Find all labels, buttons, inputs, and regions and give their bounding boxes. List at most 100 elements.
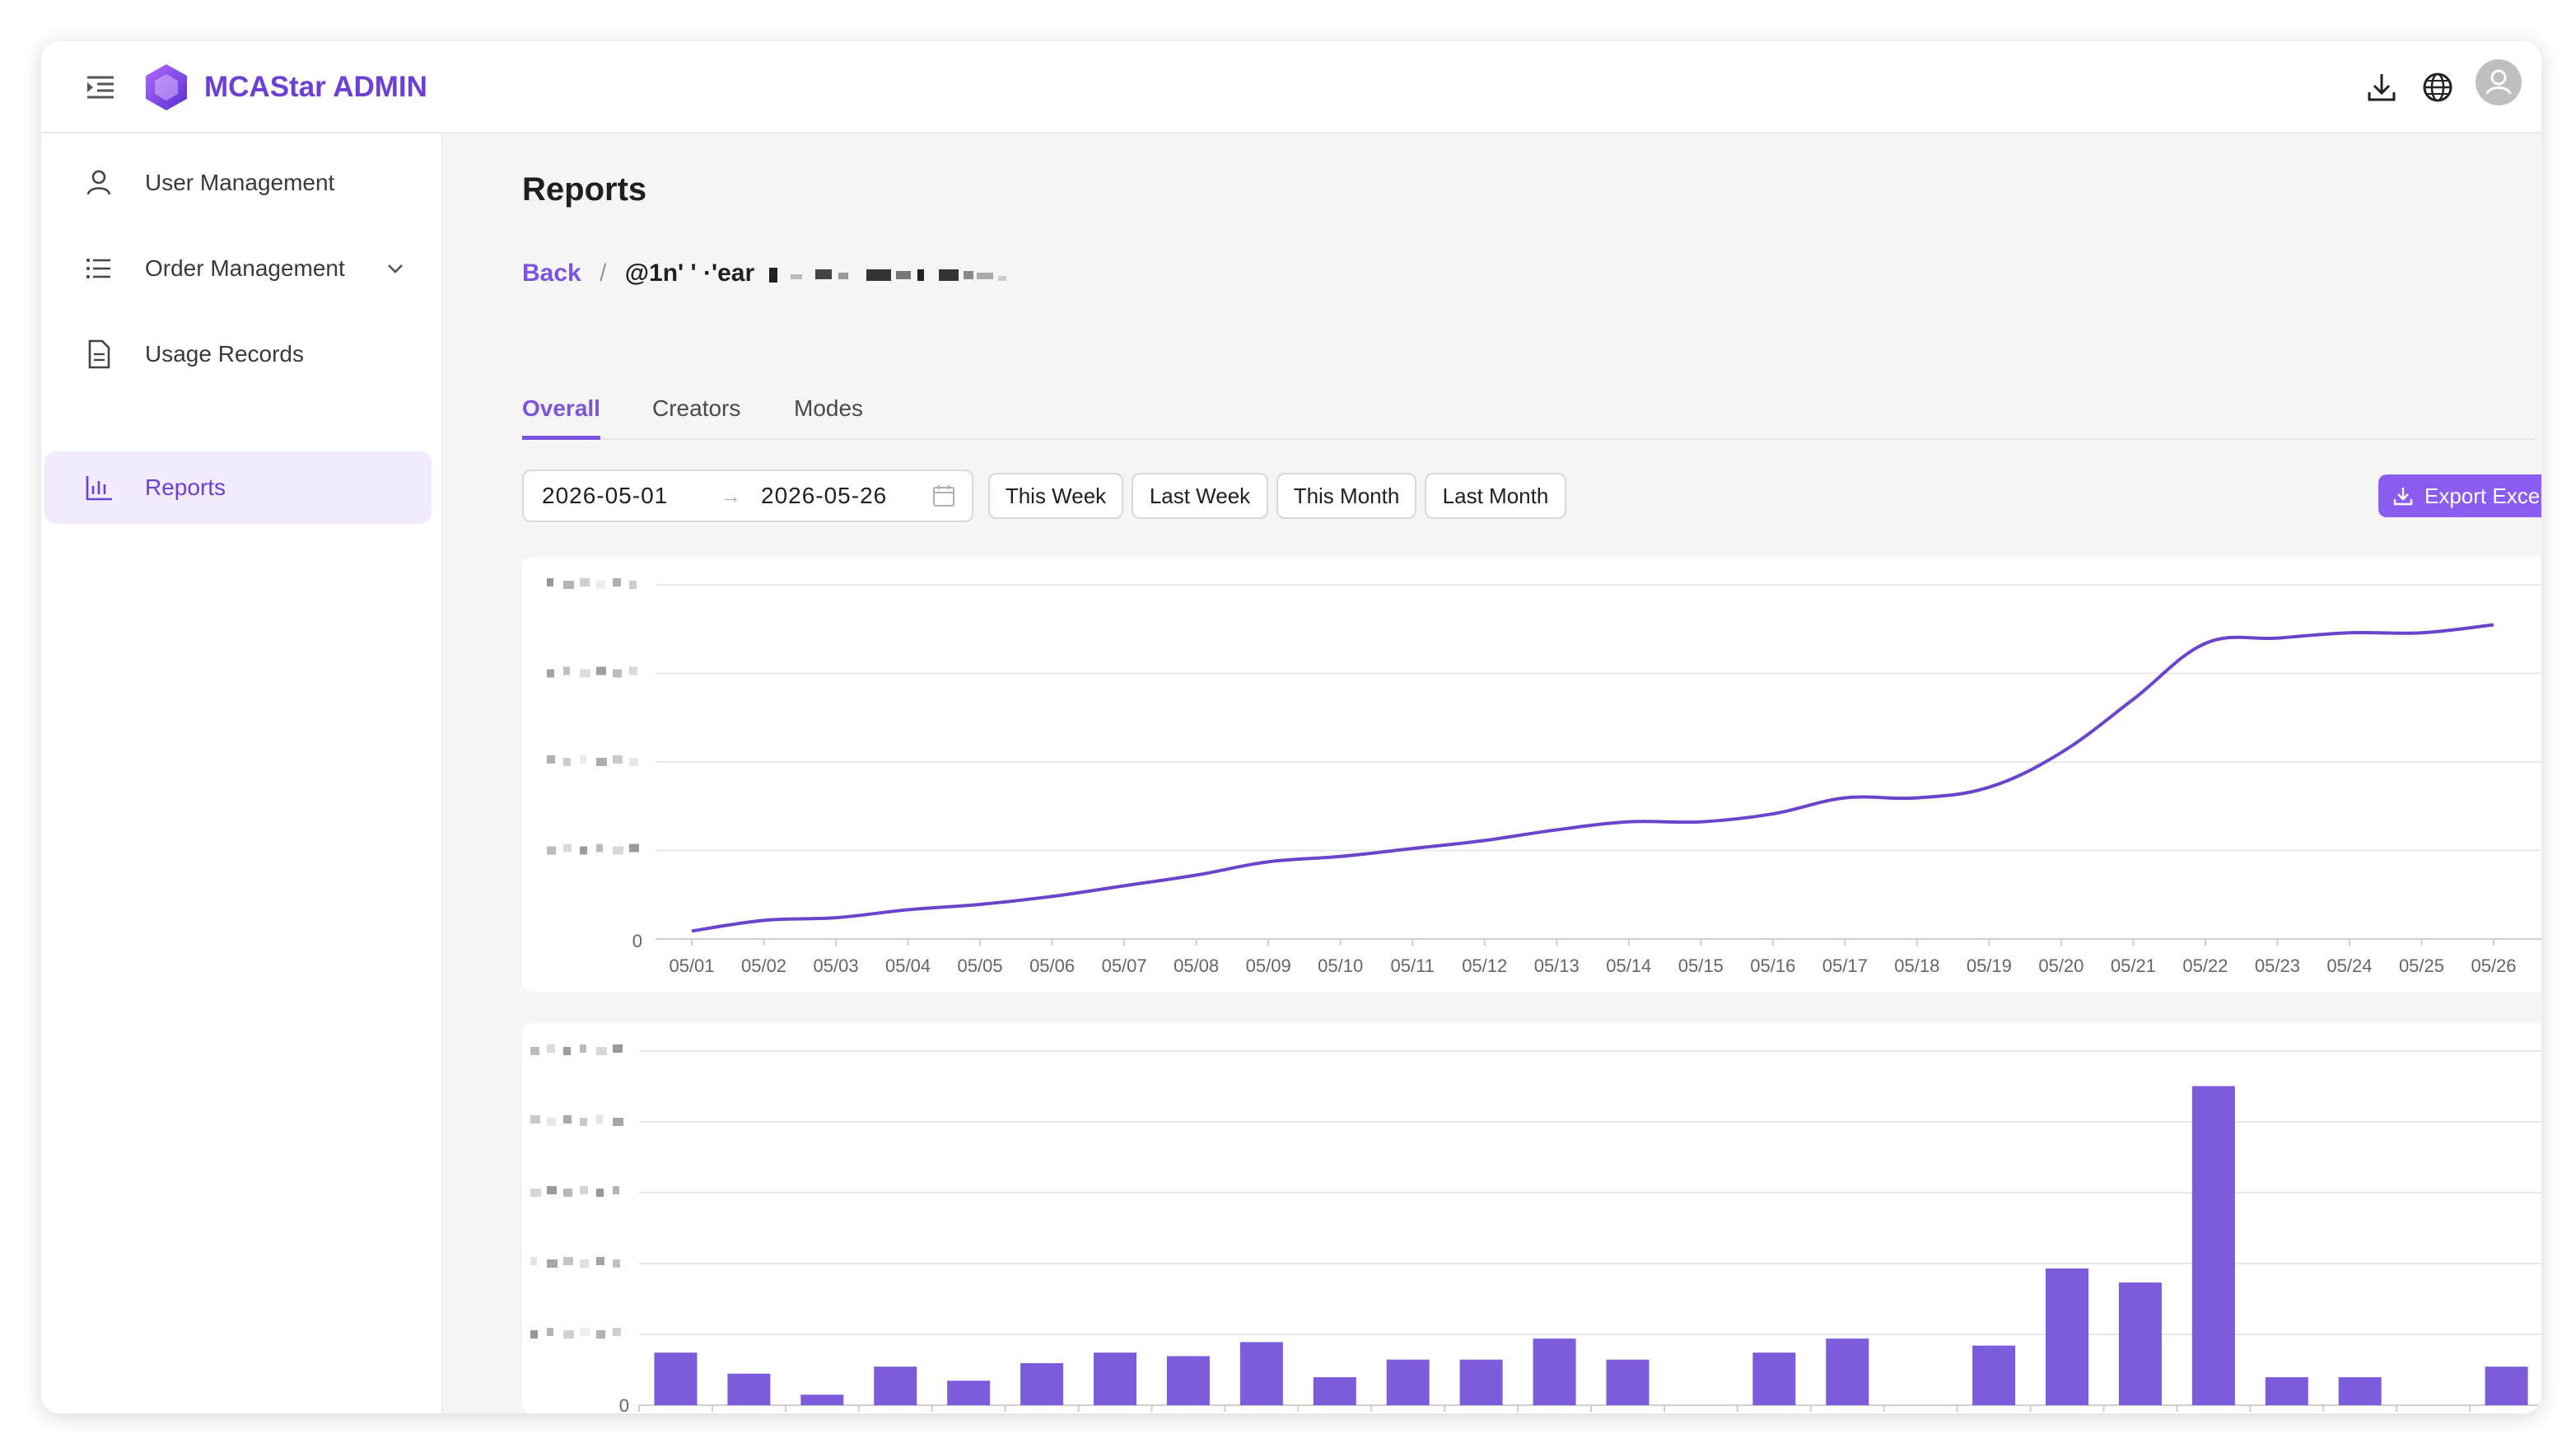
user-icon [86,170,111,195]
report-tabs: Overall Creators Modes [522,390,2535,440]
daily-bar-chart: 005/0105/0205/0305/0405/0505/0605/0705/0… [530,1044,2541,1413]
main-content: Reports Back / @1n' ' ·'ear Overall Crea [443,133,2541,1413]
x-tick-label: 05/20 [2038,955,2084,976]
bar[interactable] [1752,1353,1796,1405]
bar[interactable] [2118,1282,2162,1405]
bar[interactable] [654,1353,698,1405]
sidebar-item-usage-records[interactable]: Usage Records [44,318,432,390]
line-chart-card: 0 05/01 05/02 05/03 05/04 05/05 05/06 05/07 05/0… [522,557,2541,992]
sidebar-item-user-management[interactable]: User Management [44,147,432,219]
bar[interactable] [1094,1353,1136,1405]
bar-chart-card: 005/0105/0205/0305/0405/0505/0605/0705/0… [522,1023,2541,1413]
tab-creators[interactable]: Creators [652,390,740,440]
bar[interactable] [874,1367,917,1405]
download-icon [2393,488,2413,506]
this-month-button[interactable]: This Month [1276,473,1416,519]
x-tick-label: 05/08 [1174,955,1219,976]
redacted-tick-label [530,1186,619,1197]
bar[interactable] [1972,1345,2016,1405]
bar[interactable] [1606,1359,1650,1405]
bar[interactable] [1313,1376,1356,1405]
bar[interactable] [947,1381,991,1405]
x-tick-label: 05/03 [814,955,859,976]
x-tick-label: 05/05 [958,955,1003,976]
bar[interactable] [2338,1376,2382,1405]
x-tick-label: 05/18 [1894,955,1939,976]
bar[interactable] [1826,1339,1869,1405]
sidebar-item-label: User Management [145,170,335,195]
x-tick-label: 05/17 [1822,955,1868,976]
sidebar: User Management Order Management Usage R… [41,133,443,1413]
export-excel-button[interactable]: Export Excel [2378,474,2541,517]
tab-overall[interactable]: Overall [522,390,600,440]
chevron-down-icon[interactable] [384,257,407,280]
x-tick-label: 05/07 [1102,955,1147,976]
globe-icon[interactable] [2416,66,2459,109]
x-tick-label: 05/25 [2399,955,2444,976]
redacted-tick-label [530,1257,620,1268]
back-link[interactable]: Back [522,259,581,287]
bar[interactable] [1533,1339,1576,1405]
date-range-picker[interactable]: 2026-05-01 → 2026-05-26 [522,470,973,522]
x-tick-label: 05/13 [1534,955,1580,976]
tab-modes[interactable]: Modes [794,390,863,440]
date-range-arrow: → [720,484,741,508]
bar[interactable] [1459,1359,1503,1405]
bar[interactable] [1166,1356,1210,1405]
bar[interactable] [1020,1362,1064,1405]
x-tick-label: 05/21 [2111,955,2156,976]
x-tick-label: 05/02 [741,955,786,976]
cumulative-line-chart: 0 05/01 05/02 05/03 05/04 05/05 05/06 05/07 05/0… [547,578,2541,976]
sidebar-item-label: Usage Records [145,341,304,367]
bar[interactable] [2191,1086,2235,1405]
sidebar-item-label: Order Management [145,255,345,281]
file-icon [88,339,110,369]
bar[interactable] [2046,1268,2088,1405]
x-tick-label: 05/06 [1029,955,1075,976]
x-tick-label: 05/12 [1462,955,1507,976]
x-tick-label: 05/24 [2326,955,2372,976]
date-start-input[interactable]: 2026-05-01 [542,471,668,521]
last-week-button[interactable]: Last Week [1132,473,1268,519]
bar-chart-icon [86,476,112,501]
x-tick-label: 05/09 [1246,955,1291,976]
breadcrumb-separator: / [600,259,607,287]
series-line [691,623,2494,933]
bar[interactable] [1239,1342,1283,1405]
y-tick-label: 0 [619,1395,629,1413]
app-title: MCAStar ADMIN [204,71,427,103]
redacted-tick-label [530,1044,623,1055]
x-tick-label: 05/15 [1678,955,1724,976]
menu-fold-icon[interactable] [84,71,117,104]
x-tick-label: 05/19 [1967,955,2012,976]
bar[interactable] [2265,1376,2308,1405]
bar[interactable] [1386,1359,1430,1405]
redacted-tick-label [547,755,638,766]
sidebar-item-order-management[interactable]: Order Management [44,232,432,305]
x-tick-label: 05/14 [1606,955,1651,976]
user-avatar-icon[interactable] [2476,59,2522,105]
date-end-input[interactable]: 2026-05-26 [761,471,887,521]
top-header: MCAStar ADMIN [41,41,2541,133]
redacted-tick-label [530,1328,621,1339]
bar[interactable] [800,1395,844,1405]
sidebar-item-reports[interactable]: Reports [44,451,432,524]
download-icon[interactable] [2360,66,2403,109]
breadcrumb: Back / @1n' ' ·'ear [522,257,1087,290]
list-icon [86,259,110,278]
last-month-button[interactable]: Last Month [1425,473,1566,519]
x-tick-label: 05/11 [1390,955,1434,976]
export-excel-label: Export Excel [2424,484,2541,508]
x-tick-label: 05/22 [2182,955,2228,976]
this-week-button[interactable]: This Week [988,473,1123,519]
calendar-icon[interactable] [931,483,957,509]
redacted-tick-label [547,843,639,855]
breadcrumb-current: @1n' ' ·'ear [624,259,755,287]
redacted-tick-label [547,578,637,589]
redacted-tick-label [530,1115,623,1126]
x-tick-label: 05/10 [1318,955,1363,976]
bar[interactable] [727,1373,771,1405]
bar[interactable] [2485,1367,2528,1405]
app-window: MCAStar ADMIN User Management Order Mana… [41,41,2541,1413]
x-tick-label: 05/26 [2471,955,2516,976]
